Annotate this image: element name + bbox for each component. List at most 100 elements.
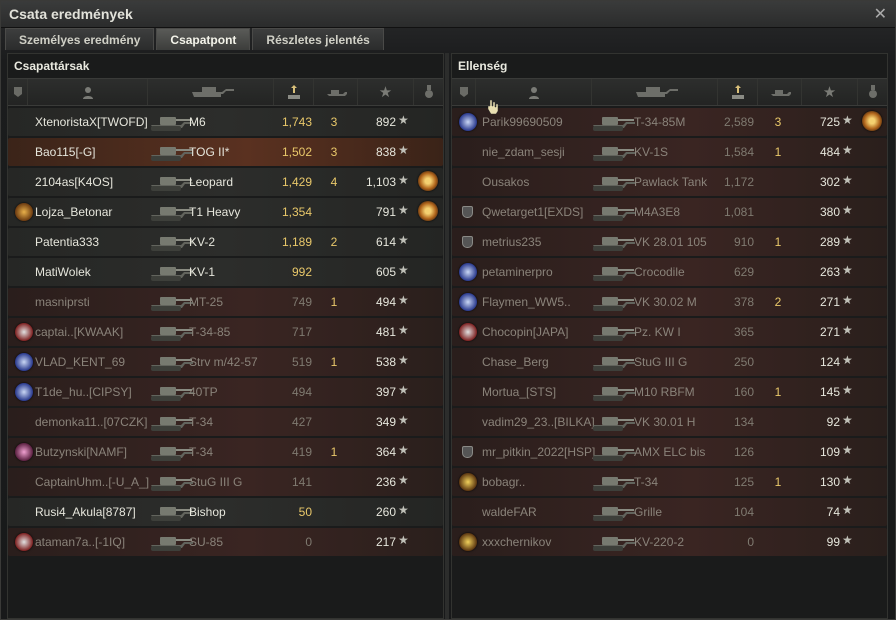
- player-row[interactable]: VLAD_KENT_69 Strv m/42-57 519 1 538 ★: [8, 348, 443, 376]
- player-row[interactable]: Parik99690509 T-34-85M 2,589 3 725 ★: [452, 108, 887, 136]
- player-row[interactable]: Qwetarget1[EXDS] M4A3E8 1,081 380 ★: [452, 198, 887, 226]
- player-name[interactable]: VLAD_KENT_69: [35, 355, 153, 369]
- damage-column-icon[interactable]: [718, 79, 758, 105]
- kills-column-icon[interactable]: [758, 79, 802, 105]
- player-name[interactable]: Flaymen_WW5..: [482, 295, 600, 309]
- player-row[interactable]: mr_pitkin_2022[HSP] AMX ELC bis 126 109 ★: [452, 438, 887, 466]
- player-row[interactable]: masniprsti MT-25 749 1 494 ★: [8, 288, 443, 316]
- close-icon[interactable]: ✕: [874, 4, 887, 24]
- tank-silhouette-icon: [148, 260, 194, 284]
- player-name[interactable]: masniprsti: [35, 295, 153, 309]
- kills-value: 1: [330, 355, 338, 369]
- medal-column-icon[interactable]: [858, 79, 887, 105]
- player-name[interactable]: T1de_hu..[CIPSY]: [35, 385, 153, 399]
- kills-value: 3: [330, 115, 338, 129]
- player-name[interactable]: metrius235: [482, 235, 600, 249]
- medal-icon[interactable]: [862, 111, 882, 131]
- player-row[interactable]: Patentia333 KV-2 1,189 2 614 ★: [8, 228, 443, 256]
- teammates-title: Csapattársak: [14, 59, 90, 73]
- player-name[interactable]: ataman7a..[-1IQ]: [35, 535, 153, 549]
- tank-silhouette-icon: [590, 290, 636, 314]
- player-row[interactable]: Butzynski[NAMF] T-34 419 1 364 ★: [8, 438, 443, 466]
- damage-value: 749: [291, 295, 312, 309]
- player-row[interactable]: Flaymen_WW5.. VK 30.02 M 378 2 271 ★: [452, 288, 887, 316]
- tank-name: M6: [189, 115, 206, 129]
- player-row[interactable]: CaptainUhm..[-U_A_] StuG III G 141 236 ★: [8, 468, 443, 496]
- tank-silhouette-icon: [590, 140, 636, 164]
- player-name[interactable]: Ousakos: [482, 175, 600, 189]
- player-row[interactable]: ataman7a..[-1IQ] SU-85 0 217 ★: [8, 528, 443, 556]
- damage-value: 50: [298, 505, 312, 519]
- medal-column-icon[interactable]: [414, 79, 443, 105]
- player-row[interactable]: Rusi4_Akula[8787] Bishop 50 260 ★: [8, 498, 443, 526]
- player-name[interactable]: Chocopin[JAPA]: [482, 325, 600, 339]
- player-name[interactable]: Bao115[-G]: [35, 145, 153, 159]
- player-row[interactable]: T1de_hu..[CIPSY] 40TP 494 397 ★: [8, 378, 443, 406]
- player-row[interactable]: Lojza_Betonar T1 Heavy 1,354 791 ★: [8, 198, 443, 226]
- damage-column-icon[interactable]: [274, 79, 314, 105]
- xp-column-star-icon[interactable]: ★: [802, 79, 858, 105]
- player-name[interactable]: xxxchernikov: [482, 535, 600, 549]
- player-name[interactable]: demonka11..[07CZK]: [35, 415, 153, 429]
- player-row[interactable]: bobagr.. T-34 125 1 130 ★: [452, 468, 887, 496]
- player-row[interactable]: 2104as[K4OS] Leopard 1,429 4 1,103 ★: [8, 168, 443, 196]
- player-name[interactable]: Qwetarget1[EXDS]: [482, 205, 600, 219]
- player-row[interactable]: metrius235 VK 28.01 105 910 1 289 ★: [452, 228, 887, 256]
- player-row[interactable]: petaminerpro Crocodile 629 263 ★: [452, 258, 887, 286]
- tank-silhouette-icon: [148, 410, 194, 434]
- tab-bar: Személyes eredmény Csapatpont Részletes …: [5, 28, 386, 50]
- xp-column-star-icon[interactable]: ★: [358, 79, 414, 105]
- player-name[interactable]: mr_pitkin_2022[HSP]: [482, 445, 600, 459]
- tank-column-icon[interactable]: [148, 79, 274, 105]
- player-row[interactable]: waldeFAR Grille 104 74 ★: [452, 498, 887, 526]
- kills-value: 1: [330, 445, 338, 459]
- player-row[interactable]: MatiWolek KV-1 992 605 ★: [8, 258, 443, 286]
- medal-icon[interactable]: [418, 171, 438, 191]
- tank-name: T-34: [189, 445, 214, 459]
- player-name[interactable]: petaminerpro: [482, 265, 600, 279]
- battle-results-window: Csata eredmények ✕ Személyes eredmény Cs…: [0, 0, 896, 620]
- player-row[interactable]: Mortua_[STS] M10 RBFM 160 1 145 ★: [452, 378, 887, 406]
- tab-personal-results[interactable]: Személyes eredmény: [5, 28, 155, 50]
- player-name[interactable]: Chase_Berg: [482, 355, 600, 369]
- player-name[interactable]: bobagr..: [482, 475, 600, 489]
- player-name[interactable]: waldeFAR: [482, 505, 600, 519]
- player-name[interactable]: Butzynski[NAMF]: [35, 445, 153, 459]
- star-icon: ★: [398, 113, 409, 127]
- player-name[interactable]: Mortua_[STS]: [482, 385, 600, 399]
- player-row[interactable]: Bao115[-G] TOG II* 1,502 3 838 ★: [8, 138, 443, 166]
- player-name[interactable]: Patentia333: [35, 235, 153, 249]
- tank-silhouette-icon: [148, 230, 194, 254]
- kills-column-icon[interactable]: [314, 79, 358, 105]
- player-row[interactable]: Chocopin[JAPA] Pz. KW I 365 271 ★: [452, 318, 887, 346]
- medal-icon[interactable]: [418, 201, 438, 221]
- tank-column-icon[interactable]: [592, 79, 718, 105]
- player-name[interactable]: nie_zdam_sesji: [482, 145, 600, 159]
- player-name[interactable]: CaptainUhm..[-U_A_]: [35, 475, 153, 489]
- damage-value: 378: [733, 295, 754, 309]
- tab-team-score[interactable]: Csapatpont: [156, 28, 251, 50]
- player-name[interactable]: Rusi4_Akula[8787]: [35, 505, 153, 519]
- player-name[interactable]: captai..[KWAAK]: [35, 325, 153, 339]
- player-name[interactable]: MatiWolek: [35, 265, 153, 279]
- tank-silhouette-icon: [590, 440, 636, 464]
- player-row[interactable]: captai..[KWAAK] T-34-85 717 481 ★: [8, 318, 443, 346]
- player-name[interactable]: Parik99690509: [482, 115, 600, 129]
- player-row[interactable]: nie_zdam_sesji KV-1S 1,584 1 484 ★: [452, 138, 887, 166]
- player-column-icon[interactable]: [28, 79, 148, 105]
- player-row[interactable]: Chase_Berg StuG III G 250 124 ★: [452, 348, 887, 376]
- star-icon: ★: [842, 173, 853, 187]
- player-name[interactable]: vadim29_23..[BILKA]: [482, 415, 600, 429]
- player-row[interactable]: Ousakos Pawlack Tank 1,172 302 ★: [452, 168, 887, 196]
- player-name[interactable]: XtenoristaX[TWOFD]: [35, 115, 153, 129]
- player-row[interactable]: demonka11..[07CZK] T-34 427 349 ★: [8, 408, 443, 436]
- player-row[interactable]: vadim29_23..[BILKA] VK 30.01 H 134 92 ★: [452, 408, 887, 436]
- badge-column-icon[interactable]: [8, 79, 28, 105]
- badge-column-icon[interactable]: [452, 79, 476, 105]
- player-row[interactable]: XtenoristaX[TWOFD] M6 1,743 3 892 ★: [8, 108, 443, 136]
- tank-silhouette-icon: [148, 380, 194, 404]
- tab-detailed-report[interactable]: Részletes jelentés: [252, 28, 384, 50]
- player-name[interactable]: Lojza_Betonar: [35, 205, 153, 219]
- player-name[interactable]: 2104as[K4OS]: [35, 175, 153, 189]
- player-row[interactable]: xxxchernikov KV-220-2 0 99 ★: [452, 528, 887, 556]
